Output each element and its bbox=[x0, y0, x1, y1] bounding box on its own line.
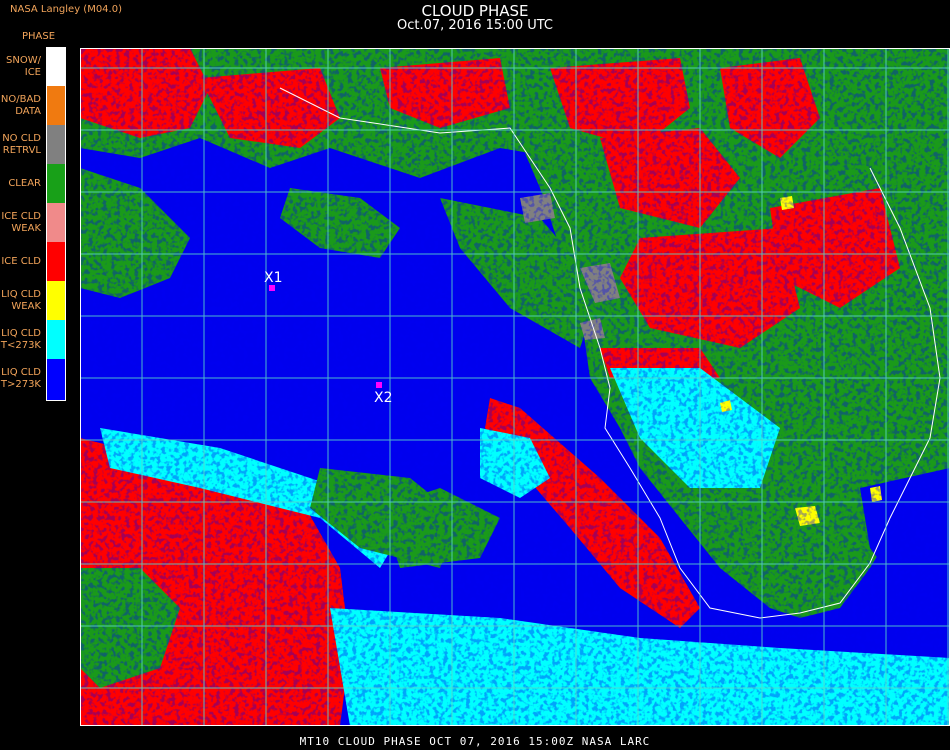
footer-caption: MT10 CLOUD PHASE OCT 07, 2016 15:00Z NAS… bbox=[299, 735, 651, 748]
legend-label: ICE CLD WEAK bbox=[1, 211, 41, 234]
legend-label: CLEAR bbox=[8, 178, 41, 189]
legend-title: PHASE bbox=[22, 31, 56, 42]
marker-point bbox=[376, 382, 382, 388]
marker-label: X1 bbox=[264, 270, 283, 286]
cloud-phase-map: X1 X2 bbox=[80, 48, 950, 726]
cloud-texture bbox=[80, 48, 950, 726]
legend-label: LIQ CLD T<273K bbox=[0, 328, 41, 351]
marker-label: X2 bbox=[374, 390, 393, 406]
legend-label: NO/BAD DATA bbox=[0, 94, 41, 117]
page-subtitle: Oct.07, 2016 15:00 UTC bbox=[397, 18, 553, 33]
legend-label: SNOW/ ICE bbox=[6, 55, 41, 78]
legend-label: LIQ CLD WEAK bbox=[1, 289, 41, 312]
legend-label: LIQ CLD T>273K bbox=[0, 367, 41, 390]
legend-frame bbox=[46, 47, 66, 401]
legend-label: ICE CLD bbox=[1, 256, 41, 267]
legend-label: NO CLD RETRVL bbox=[2, 133, 41, 156]
